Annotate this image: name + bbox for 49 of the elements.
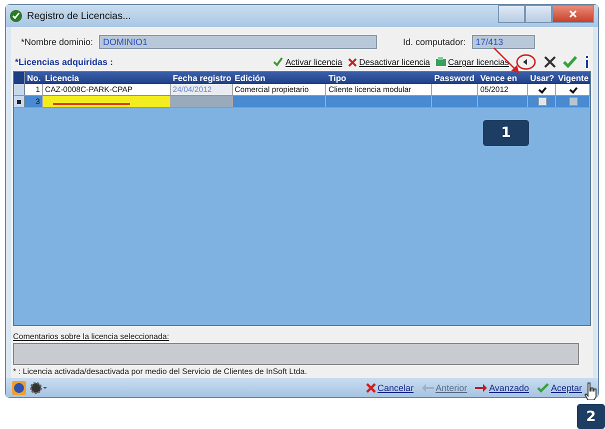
check-icon (536, 382, 549, 392)
cross-icon (348, 58, 358, 66)
column-header[interactable]: Password (432, 72, 478, 84)
close-icon (569, 10, 577, 18)
column-header[interactable]: Tipo (326, 72, 432, 84)
input-field[interactable]: DOMINIO1 (99, 35, 378, 49)
column-header[interactable]: No. (25, 72, 43, 84)
footer-button[interactable]: Cancelar (366, 382, 414, 392)
cross-icon (366, 382, 376, 392)
column-header[interactable]: Vence en (478, 72, 528, 84)
info-icon[interactable] (583, 56, 591, 68)
callout-badge: 1 (483, 120, 529, 146)
close-button[interactable] (552, 5, 594, 23)
column-header[interactable]: Usar? (528, 72, 556, 84)
toolbar-button[interactable]: Activar licencia (273, 57, 342, 67)
hand-cursor-icon (584, 382, 598, 400)
column-header[interactable]: Fecha registro (170, 72, 233, 84)
row-indicator[interactable] (14, 96, 25, 107)
checkbox[interactable] (569, 97, 578, 106)
footer-button[interactable]: Aceptar (536, 382, 582, 392)
comments-field[interactable] (13, 343, 579, 365)
field-label: Id. computador: (403, 37, 466, 47)
load-icon (436, 57, 446, 67)
arrow-left-icon[interactable] (515, 54, 537, 70)
window-title: Registro de Licencias... (27, 10, 131, 22)
check-icon (10, 10, 22, 22)
column-header[interactable]: Edición (232, 72, 326, 84)
column-header[interactable]: Licencia (42, 72, 171, 84)
check-icon[interactable] (563, 56, 577, 68)
checkbox[interactable] (538, 97, 548, 106)
toolbar-button[interactable]: Desactivar licencia (348, 57, 430, 67)
column-header[interactable]: Vigente (556, 72, 590, 84)
section-label: *Licencias adquiridas : (14, 57, 114, 67)
field-label: *Nombre dominio: (21, 37, 94, 47)
checkbox[interactable] (570, 86, 578, 93)
toolbar-button[interactable]: Cargar licencias (436, 57, 509, 67)
footer-button[interactable]: Avanzado (475, 382, 529, 392)
table-cell (170, 96, 233, 107)
arrow-left-icon (422, 384, 434, 392)
comments-label: Comentarios sobre la licencia seleccionada: (13, 332, 170, 341)
arrow-right-icon (475, 384, 488, 392)
help-icon[interactable] (12, 380, 26, 394)
check-icon (273, 57, 284, 67)
table-corner (14, 72, 25, 84)
footnote: * : Licencia activada/desactivada por medio del Servicio de Clientes de InSoft Ltda. (13, 367, 308, 376)
callout-badge: 2 (577, 404, 605, 429)
gear-icon[interactable] (30, 382, 48, 394)
input-field[interactable]: 17/413 (472, 35, 535, 49)
checkbox[interactable] (539, 86, 546, 93)
